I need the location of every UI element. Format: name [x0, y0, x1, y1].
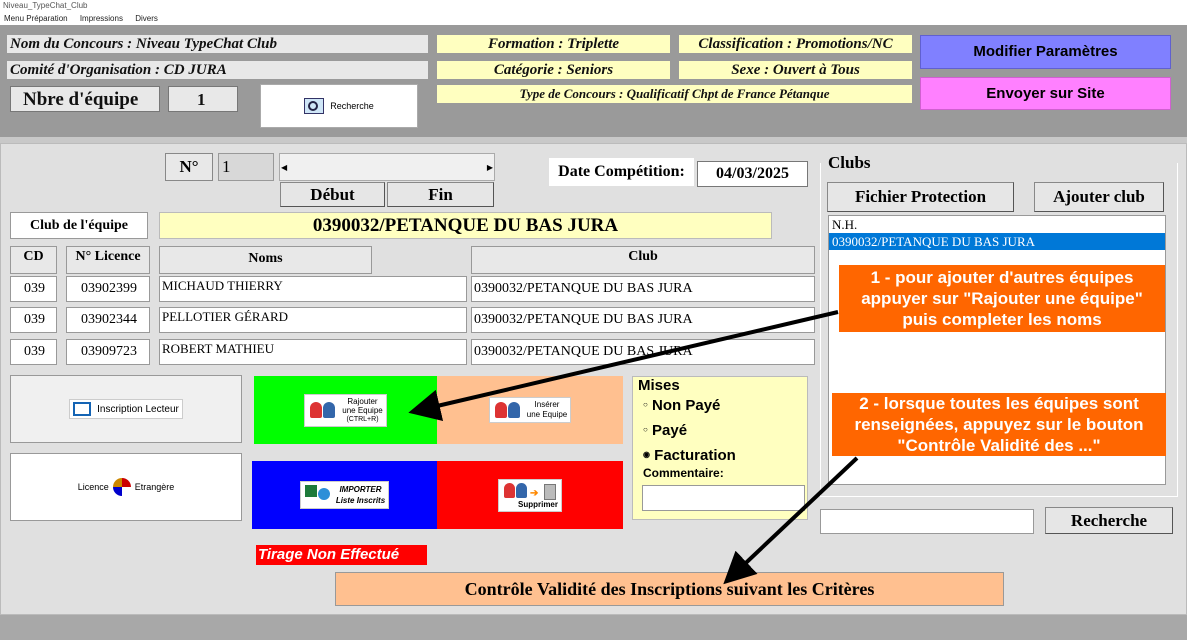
annotation-arrows: [408, 310, 859, 585]
arrow-to-controle: [723, 456, 859, 585]
arrow-to-rajouter: [408, 310, 839, 422]
